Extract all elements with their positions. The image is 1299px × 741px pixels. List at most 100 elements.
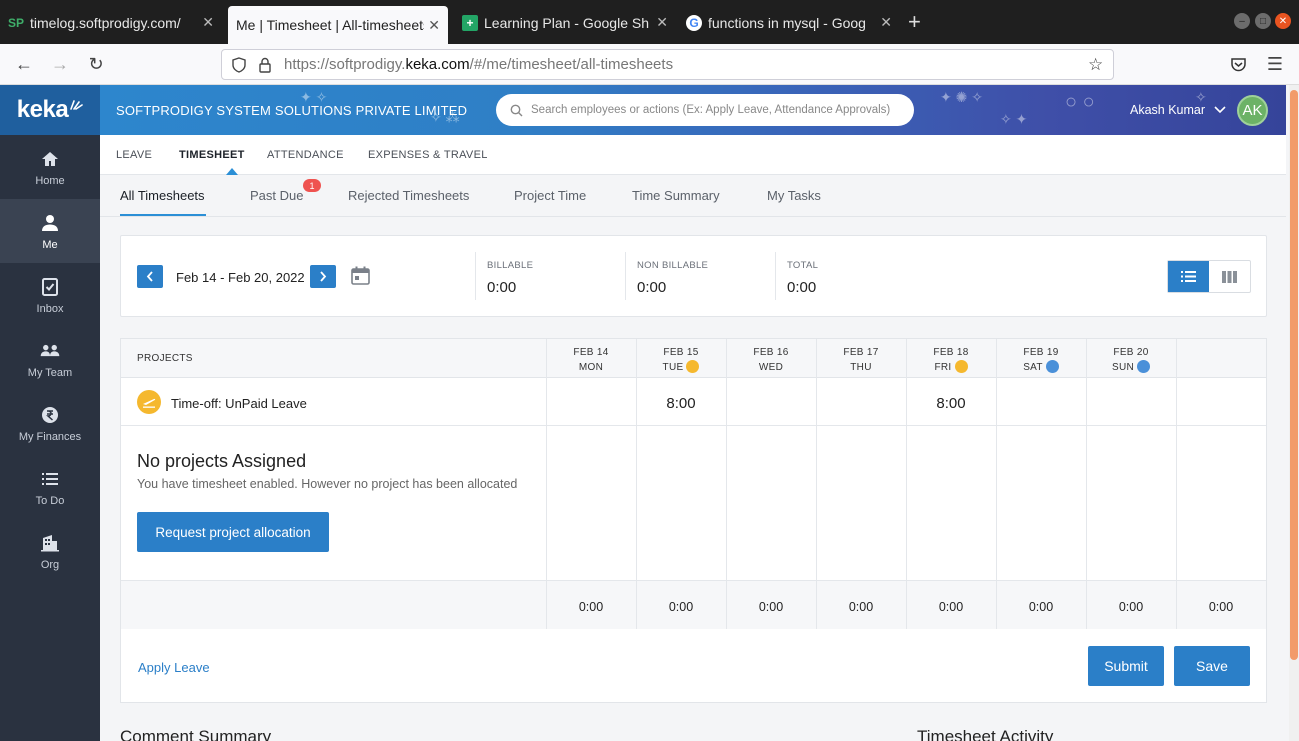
- comment-summary-title: Comment Summary: [120, 727, 272, 741]
- submit-button[interactable]: Submit: [1088, 646, 1164, 686]
- tab-timesheet[interactable]: TIMESHEET: [179, 149, 245, 161]
- apply-leave-link[interactable]: Apply Leave: [138, 660, 210, 675]
- maximize-icon[interactable]: □: [1255, 13, 1271, 29]
- subtab-project-time[interactable]: Project Time: [514, 188, 586, 203]
- active-tab-indicator: [226, 168, 238, 175]
- new-tab-icon[interactable]: +: [908, 9, 921, 35]
- subtab-time-summary[interactable]: Time Summary: [632, 188, 720, 203]
- home-icon: [42, 151, 58, 166]
- close-tab-icon[interactable]: ✕: [656, 14, 668, 31]
- reload-icon[interactable]: ↻: [86, 54, 106, 74]
- forward-icon[interactable]: →: [50, 54, 70, 74]
- day-header-thu: FEB 17 THU: [843, 347, 879, 373]
- sidebar-item-inbox[interactable]: Inbox: [0, 263, 100, 327]
- no-projects-text: You have timesheet enabled. However no p…: [137, 477, 518, 491]
- sidebar-item-me[interactable]: Me: [0, 199, 100, 263]
- day-header-mon: FEB 14 MON: [573, 347, 609, 373]
- menu-icon[interactable]: ☰: [1265, 54, 1285, 74]
- column-view-button[interactable]: [1209, 261, 1250, 292]
- sidebar-item-to-do[interactable]: To Do: [0, 455, 100, 519]
- timesheet-actions: Apply Leave Submit Save: [120, 629, 1267, 703]
- building-icon: [41, 534, 59, 551]
- total-cell: 0:00: [668, 600, 694, 614]
- primary-nav: LEAVE TIMESHEET ATTENDANCE EXPENSES & TR…: [100, 135, 1286, 175]
- close-tab-icon[interactable]: ✕: [202, 14, 214, 31]
- person-icon: [42, 214, 58, 231]
- chevron-left-icon: [146, 271, 153, 282]
- hours-cell: 8:00: [666, 395, 696, 412]
- sidebar-item-home[interactable]: Home: [0, 135, 100, 199]
- chevron-right-icon: [320, 271, 327, 282]
- close-tab-icon[interactable]: ✕: [880, 14, 892, 31]
- avatar[interactable]: AK: [1237, 95, 1268, 126]
- save-button[interactable]: Save: [1174, 646, 1250, 686]
- url-text: https://softprodigy.keka.com/#/me/timesh…: [284, 56, 674, 73]
- tab-attendance[interactable]: ATTENDANCE: [267, 149, 344, 161]
- sheets-favicon-icon: +: [462, 14, 478, 31]
- total-cell: 0:00: [848, 600, 874, 614]
- projects-column-header: PROJECTS: [137, 353, 193, 364]
- airplane-leave-icon: [137, 390, 161, 414]
- day-header-wed: FEB 16 WED: [753, 347, 789, 373]
- global-search[interactable]: Search employees or actions (Ex: Apply L…: [496, 94, 914, 126]
- lock-icon: [259, 57, 271, 73]
- request-project-allocation-button[interactable]: Request project allocation: [137, 512, 329, 552]
- pocket-icon[interactable]: [1230, 57, 1247, 72]
- browser-nav-bar: ← → ↻ https://softprodigy.keka.com/#/me/…: [0, 44, 1299, 85]
- total-cell: 0:00: [758, 600, 784, 614]
- previous-week-button[interactable]: [137, 265, 163, 288]
- subtab-rejected-timesheets[interactable]: Rejected Timesheets: [348, 188, 469, 203]
- total-stat: TOTAL 0:00: [775, 252, 925, 300]
- rupee-icon: [42, 406, 58, 423]
- subtab-past-due[interactable]: Past Due: [250, 188, 303, 203]
- billable-stat: BILLABLE 0:00: [475, 252, 625, 300]
- sub-tabs: All Timesheets Past Due 1 Rejected Times…: [100, 175, 1286, 217]
- team-icon: [40, 344, 60, 356]
- user-name[interactable]: Akash Kumar: [1130, 103, 1205, 117]
- sidebar-item-my-finances[interactable]: My Finances: [0, 391, 100, 455]
- column-view-icon: [1222, 270, 1237, 283]
- close-window-icon[interactable]: ✕: [1275, 13, 1291, 29]
- non-billable-stat: NON BILLABLE 0:00: [625, 252, 775, 300]
- timesheet-grid: PROJECTS FEB 14 MON FEB 15 TUE FEB 16 WED F…: [120, 338, 1267, 630]
- timesheet-summary: Feb 14 - Feb 20, 2022 BILLABLE 0:00 NON …: [120, 235, 1267, 317]
- tab-leave[interactable]: LEAVE: [116, 149, 152, 161]
- calendar-icon[interactable]: [350, 265, 371, 286]
- browser-tab[interactable]: + Learning Plan - Google Sh ✕: [454, 6, 676, 39]
- browser-tab-bar: SP timelog.softprodigy.com/ ✕ Me | Times…: [0, 0, 1299, 44]
- past-due-badge: 1: [303, 179, 321, 192]
- list-view-button[interactable]: [1168, 261, 1209, 292]
- next-week-button[interactable]: [310, 265, 336, 288]
- chevron-down-icon[interactable]: [1214, 106, 1226, 114]
- sidebar-item-my-team[interactable]: My Team: [0, 327, 100, 391]
- leave-day-icon: [954, 360, 968, 373]
- bookmark-star-icon[interactable]: ☆: [1088, 55, 1103, 75]
- sidebar-item-org[interactable]: Org: [0, 519, 100, 583]
- close-tab-icon[interactable]: ✕: [428, 17, 440, 34]
- search-icon: [510, 104, 523, 116]
- search-input[interactable]: Search employees or actions (Ex: Apply L…: [531, 104, 890, 116]
- company-name: SOFTPRODIGY SYSTEM SOLUTIONS PRIVATE LIM…: [116, 103, 468, 118]
- keka-logo[interactable]: keka: [0, 85, 100, 135]
- shield-icon: [232, 57, 246, 73]
- total-cell: 0:00: [1208, 600, 1234, 614]
- hours-cell: 8:00: [936, 395, 966, 412]
- url-bar[interactable]: https://softprodigy.keka.com/#/me/timesh…: [221, 49, 1114, 80]
- day-header-fri: FEB 18 FRI: [933, 347, 969, 373]
- tab-expenses-travel[interactable]: EXPENSES & TRAVEL: [368, 149, 488, 161]
- leave-day-icon: [686, 360, 700, 373]
- weekend-icon: [1045, 360, 1059, 373]
- browser-tab[interactable]: G functions in mysql - Goog ✕: [678, 6, 900, 39]
- browser-tab-active[interactable]: Me | Timesheet | All-timesheets ✕: [228, 6, 448, 44]
- subtab-all-timesheets[interactable]: All Timesheets: [120, 188, 205, 203]
- browser-tab[interactable]: SP timelog.softprodigy.com/ ✕: [0, 6, 222, 39]
- scrollbar-thumb[interactable]: [1290, 90, 1298, 660]
- balloon-decoration-icon: ○ ○: [1065, 91, 1095, 113]
- view-toggle: [1167, 260, 1251, 293]
- minimize-icon[interactable]: –: [1234, 13, 1250, 29]
- back-icon[interactable]: ←: [14, 54, 34, 74]
- list-view-icon: [1181, 271, 1196, 282]
- day-header-sun: FEB 20 SUN: [1111, 347, 1150, 373]
- subtab-my-tasks[interactable]: My Tasks: [767, 188, 821, 203]
- confetti-decoration-icon: ✦ ✺ ✧: [940, 89, 983, 105]
